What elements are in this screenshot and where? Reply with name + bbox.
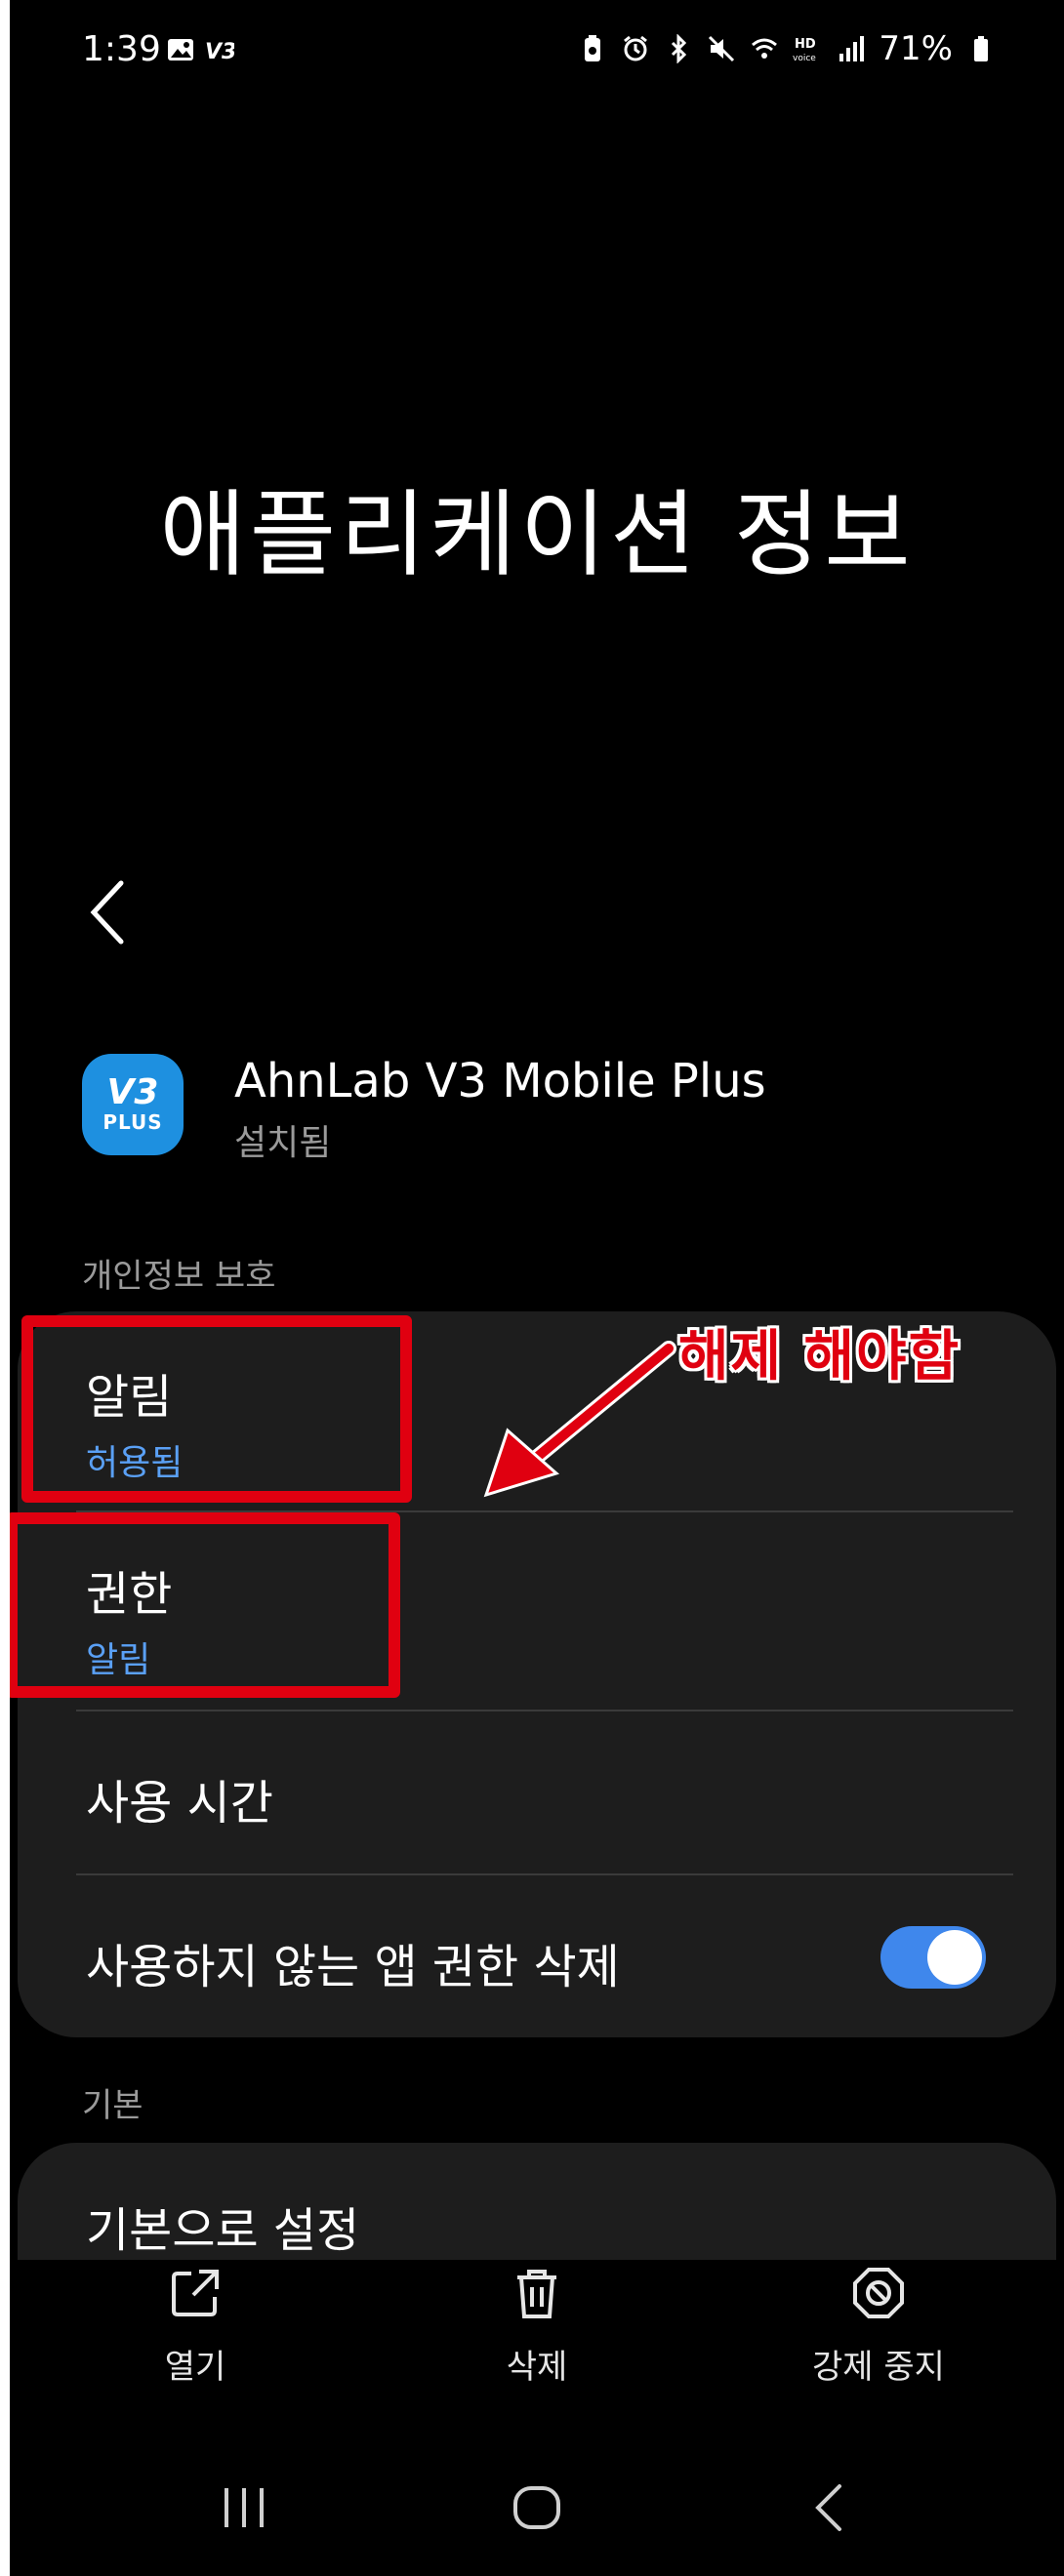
recent-apps-button[interactable] — [215, 2478, 273, 2537]
svg-text:HD: HD — [795, 37, 816, 52]
toggle-knob — [927, 1930, 982, 1985]
section-label-default: 기본 — [82, 2086, 143, 2125]
status-time: 1:39 — [82, 29, 161, 69]
v3-notification-icon: V3 — [205, 35, 236, 64]
open-button-label: 열기 — [164, 2348, 226, 2387]
highlight-box-notifications — [21, 1315, 412, 1503]
hd-voice-icon: HD voice — [793, 34, 822, 63]
highlight-box-permissions — [10, 1512, 400, 1698]
app-header: V3 PLUS AhnLab V3 Mobile Plus 설치됨 — [82, 1044, 1019, 1163]
gallery-icon — [166, 35, 195, 64]
app-install-status: 설치됨 — [234, 1123, 332, 1163]
row-title: 사용 시간 — [86, 1776, 273, 1831]
nav-back-icon — [800, 2484, 859, 2541]
home-button[interactable] — [508, 2478, 566, 2537]
chevron-left-icon — [78, 880, 137, 955]
divider — [76, 1710, 1013, 1711]
battery-percent: 71% — [879, 29, 953, 68]
svg-text:voice: voice — [793, 54, 816, 63]
page-title: 애플리케이션 정보 — [159, 480, 915, 589]
open-external-icon — [166, 2264, 225, 2322]
section-label-privacy: 개인정보 보호 — [82, 1257, 276, 1296]
app-icon-sublabel: PLUS — [102, 1110, 163, 1134]
row-title: 사용하지 않는 앱 권한 삭제 — [86, 1940, 620, 1994]
force-stop-icon — [849, 2264, 908, 2322]
default-card: 기본으로 설정 — [18, 2143, 1056, 2260]
app-icon: V3 PLUS — [82, 1054, 184, 1155]
trash-icon — [508, 2264, 566, 2322]
nav-back-button[interactable] — [800, 2478, 859, 2537]
force-stop-button[interactable]: 강제 중지 — [752, 2264, 1005, 2388]
open-button[interactable]: 열기 — [68, 2264, 322, 2388]
system-nav-bar — [10, 2459, 1064, 2556]
row-set-as-default[interactable]: 기본으로 설정 — [86, 2192, 1003, 2260]
wifi-icon — [750, 34, 779, 63]
back-button[interactable] — [78, 873, 137, 951]
battery-saver-icon — [578, 34, 607, 63]
remove-permissions-toggle[interactable] — [880, 1926, 986, 1989]
status-bar: 1:39 V3 HD voice 71% — [10, 0, 1064, 107]
home-icon — [508, 2486, 566, 2541]
bluetooth-icon — [664, 33, 693, 64]
row-remove-permissions[interactable]: 사용하지 않는 앱 권한 삭제 — [86, 1928, 1003, 1996]
status-left-icons: V3 — [166, 35, 236, 64]
force-stop-button-label: 강제 중지 — [812, 2348, 945, 2387]
signal-icon — [836, 34, 865, 63]
row-title: 기본으로 설정 — [86, 2203, 360, 2258]
uninstall-button[interactable]: 삭제 — [410, 2264, 664, 2388]
app-info-screen: 1:39 V3 HD voice 71% 애플리케이션 정보 V3 PLUS A… — [10, 0, 1064, 2576]
row-usage-time[interactable]: 사용 시간 — [86, 1764, 1003, 1832]
app-name: AhnLab V3 Mobile Plus — [234, 1054, 766, 1108]
annotation-arrow-icon — [469, 1337, 683, 1512]
recent-apps-icon — [215, 2488, 273, 2541]
status-right-icons: HD voice 71% — [578, 29, 996, 68]
divider — [76, 1873, 1013, 1875]
uninstall-button-label: 삭제 — [506, 2348, 568, 2387]
app-icon-label: V3 — [106, 1072, 159, 1112]
battery-icon — [966, 34, 996, 63]
svg-text:V3: V3 — [205, 40, 234, 64]
mute-icon — [707, 34, 736, 63]
alarm-icon — [621, 34, 650, 63]
annotation-text: 해제 해야함 — [678, 1325, 962, 1389]
bottom-action-bar: 열기 삭제 강제 중지 — [10, 2264, 1064, 2410]
